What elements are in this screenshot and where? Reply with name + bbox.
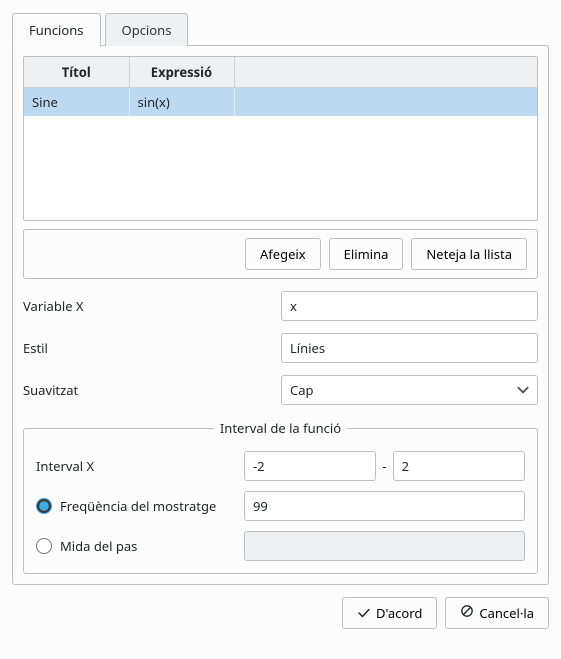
- step-radio[interactable]: [36, 538, 52, 554]
- dialog-buttons: D'acord Cancel·la: [12, 597, 549, 629]
- tab-funcions[interactable]: Funcions: [12, 13, 101, 47]
- freq-label: Freqüència del mostratge: [60, 497, 216, 515]
- check-icon: [357, 606, 371, 620]
- interval-x-from-input[interactable]: [244, 451, 376, 481]
- cell-empty: [234, 88, 537, 117]
- col-header-expr[interactable]: Expressió: [129, 57, 234, 88]
- cancel-icon: [460, 604, 474, 622]
- clear-button[interactable]: Neteja la llista: [411, 238, 527, 270]
- step-input: [244, 531, 525, 561]
- col-header-empty: [234, 57, 537, 88]
- interval-x-label: Interval X: [36, 457, 236, 475]
- smooth-label: Suavitzat: [23, 381, 273, 399]
- varx-label: Variable X: [23, 297, 273, 315]
- interval-legend: Interval de la funció: [214, 419, 347, 437]
- smooth-select[interactable]: Cap: [281, 375, 538, 405]
- tab-opcions[interactable]: Opcions: [105, 13, 189, 46]
- interval-dash: -: [382, 457, 386, 475]
- interval-group: Interval de la funció Interval X - Freqü…: [23, 419, 538, 574]
- table-row[interactable]: Sine sin(x): [24, 88, 537, 117]
- col-header-title[interactable]: Títol: [24, 57, 129, 88]
- funcions-panel: Títol Expressió Sine sin(x) Afegeix Elim…: [12, 45, 549, 585]
- style-label: Estil: [23, 339, 273, 357]
- cell-expr[interactable]: sin(x): [129, 88, 234, 117]
- ok-button[interactable]: D'acord: [342, 597, 437, 629]
- cell-title[interactable]: Sine: [24, 88, 129, 117]
- style-select[interactable]: Línies: [281, 333, 538, 363]
- varx-input[interactable]: [281, 291, 538, 321]
- table-button-bar: Afegeix Elimina Neteja la llista: [23, 229, 538, 279]
- cancel-button[interactable]: Cancel·la: [445, 597, 549, 629]
- step-label: Mida del pas: [60, 537, 137, 555]
- freq-input[interactable]: [244, 491, 525, 521]
- remove-button[interactable]: Elimina: [329, 238, 404, 270]
- freq-radio[interactable]: [36, 498, 52, 514]
- ok-label: D'acord: [376, 604, 422, 622]
- functions-table[interactable]: Títol Expressió Sine sin(x): [23, 56, 538, 221]
- interval-x-to-input[interactable]: [393, 451, 525, 481]
- cancel-label: Cancel·la: [479, 604, 534, 622]
- add-button[interactable]: Afegeix: [245, 238, 321, 270]
